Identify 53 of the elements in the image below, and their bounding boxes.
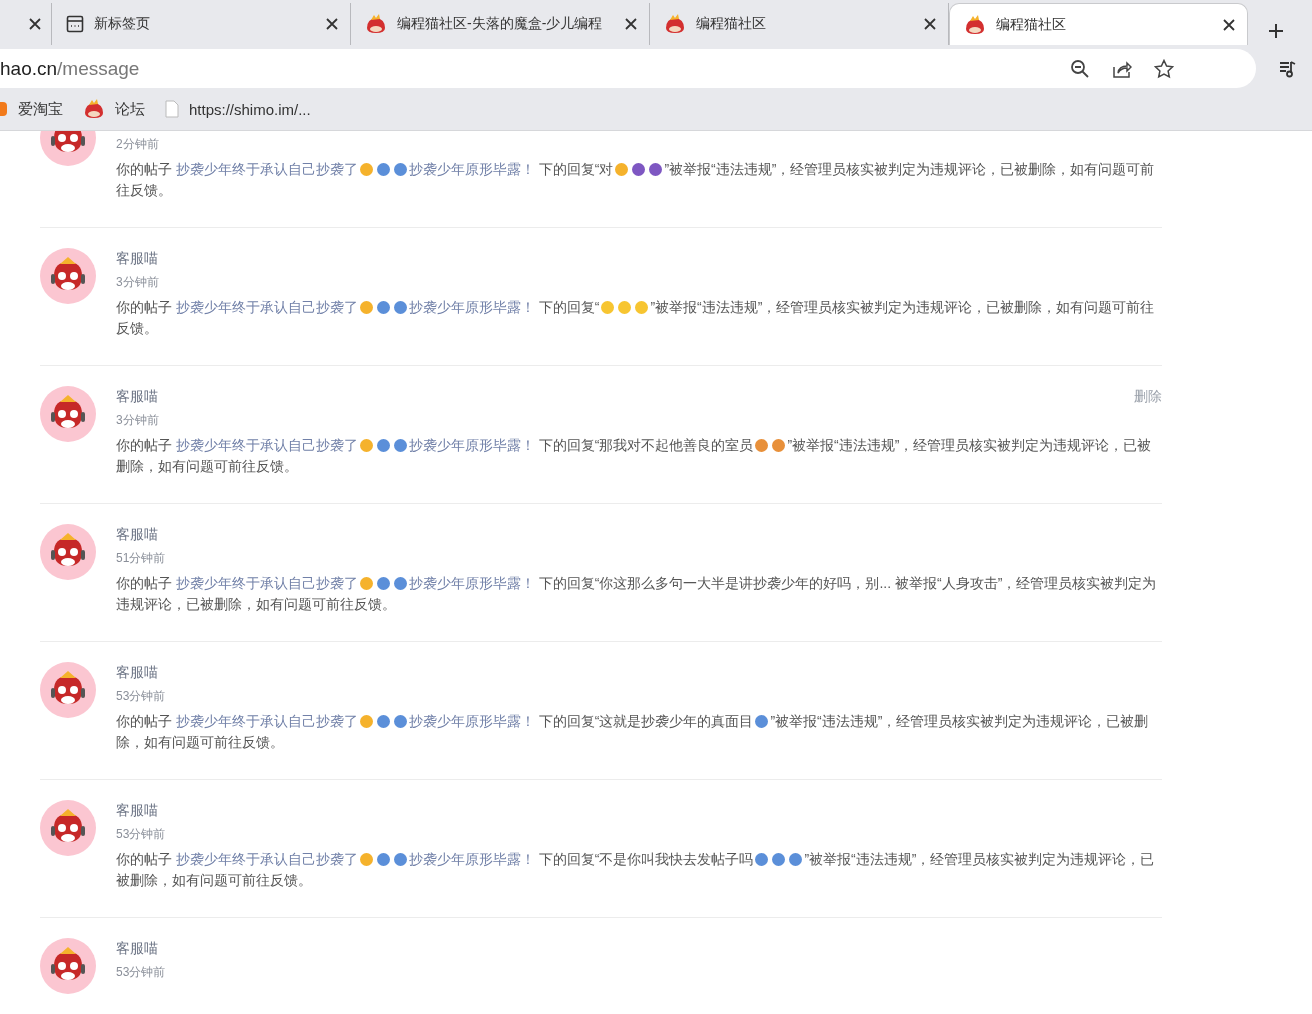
bookmark-icon: [0, 100, 8, 118]
browser-tab[interactable]: 编程猫社区: [949, 3, 1248, 45]
message-time: 2分钟前: [116, 136, 160, 153]
message-time: 53分钟前: [116, 826, 167, 843]
message-text: 你的帖子 抄袭少年终于承认自己抄袭了 抄袭少年原形毕露！ 下的回复“这就是抄袭少年的真面目 ”被举报“违法违规”，经管理员核实被判定为违规评论，已被删除，如有问题可前往反馈。: [116, 712, 1150, 752]
close-icon[interactable]: [1223, 18, 1235, 31]
document-icon: [165, 100, 179, 118]
sender-name: 客服喵: [116, 526, 158, 544]
avatar-icon: [40, 524, 96, 580]
message-time: 51分钟前: [116, 550, 167, 567]
sender-name: 客服喵: [116, 940, 158, 958]
post-link[interactable]: 抄袭少年终于承认自己抄袭了 抄袭少年原形毕露！: [175, 437, 535, 453]
close-icon[interactable]: [924, 18, 936, 30]
post-link[interactable]: 抄袭少年终于承认自己抄袭了 抄袭少年原形毕露！: [175, 575, 535, 591]
window-icon: [66, 15, 84, 33]
star-icon[interactable]: [1154, 58, 1174, 79]
sender-name: 客服喵: [116, 388, 158, 406]
avatar-icon: [40, 386, 96, 442]
share-icon[interactable]: [1112, 58, 1132, 79]
playlist-icon[interactable]: [1278, 58, 1298, 79]
sender-name: 客服喵: [116, 664, 158, 682]
post-link[interactable]: 抄袭少年终于承认自己抄袭了 抄袭少年原形毕露！: [175, 713, 535, 729]
address-bar[interactable]: hao.cn/message: [0, 49, 1256, 88]
message-time: 3分钟前: [116, 274, 160, 291]
sender-name: 客服喵: [116, 250, 158, 268]
message-text: 你的帖子 抄袭少年终于承认自己抄袭了 抄袭少年原形毕露！ 下的回复“你这那么多句一大半是讲抄袭少年的好吗，别... 被举报“人身攻击”，经管理员核实被判定为违规评论，已被删除，如有问题可前往反馈。: [116, 574, 1158, 614]
mascot-icon: [664, 14, 686, 34]
message-time: 53分钟前: [116, 964, 167, 981]
post-link[interactable]: 抄袭少年终于承认自己抄袭了 抄袭少年原形毕露！: [175, 299, 535, 315]
close-icon[interactable]: [625, 18, 637, 30]
avatar-icon: [40, 938, 96, 994]
mascot-icon: [964, 14, 986, 35]
close-icon[interactable]: [326, 18, 338, 30]
post-link[interactable]: 抄袭少年终于承认自己抄袭了 抄袭少年原形毕露！: [175, 161, 535, 177]
avatar-icon: [40, 248, 96, 304]
close-icon[interactable]: [29, 18, 41, 30]
bookmark[interactable]: 论坛: [83, 99, 145, 119]
mascot-icon: [83, 99, 105, 119]
message-text: 你的帖子 抄袭少年终于承认自己抄袭了 抄袭少年原形毕露！ 下的回复“对 ”被举报“违法违规”，经管理员核实被判定为违规评论，已被删除，如有问题可前往反馈。: [116, 160, 1156, 200]
post-link[interactable]: 抄袭少年终于承认自己抄袭了 抄袭少年原形毕露！: [175, 851, 535, 867]
bookmark[interactable]: https://shimo.im/...: [165, 100, 311, 118]
sender-name: 客服喵: [116, 802, 158, 820]
message-time: 3分钟前: [116, 412, 160, 429]
mascot-icon: [365, 14, 387, 34]
zoom-out-icon[interactable]: [1070, 58, 1090, 79]
message-text: 你的帖子 抄袭少年终于承认自己抄袭了 抄袭少年原形毕露！ 下的回复“ ”被举报“违法违规”，经管理员核实被判定为违规评论，已被删除，如有问题可前往反馈。: [116, 298, 1156, 338]
message-text: 你的帖子 抄袭少年终于承认自己抄袭了 抄袭少年原形毕露！ 下的回复“不是你叫我快去发帖子吗 ”被举报“违法违规”，经管理员核实被判定为违规评论，已被删除，如有问题可前往反馈。: [116, 850, 1156, 890]
bookmark[interactable]: 爱淘宝: [0, 99, 63, 119]
avatar-icon: [40, 800, 96, 856]
message-text: 你的帖子 抄袭少年终于承认自己抄袭了 抄袭少年原形毕露！ 下的回复“那我对不起他善良的室员 ”被举报“违法违规”，经管理员核实被判定为违规评论，已被删除，如有问题可前往反馈。: [116, 436, 1153, 476]
new-tab-icon[interactable]: [1268, 23, 1284, 39]
avatar-icon: [40, 662, 96, 718]
message-time: 53分钟前: [116, 688, 167, 705]
